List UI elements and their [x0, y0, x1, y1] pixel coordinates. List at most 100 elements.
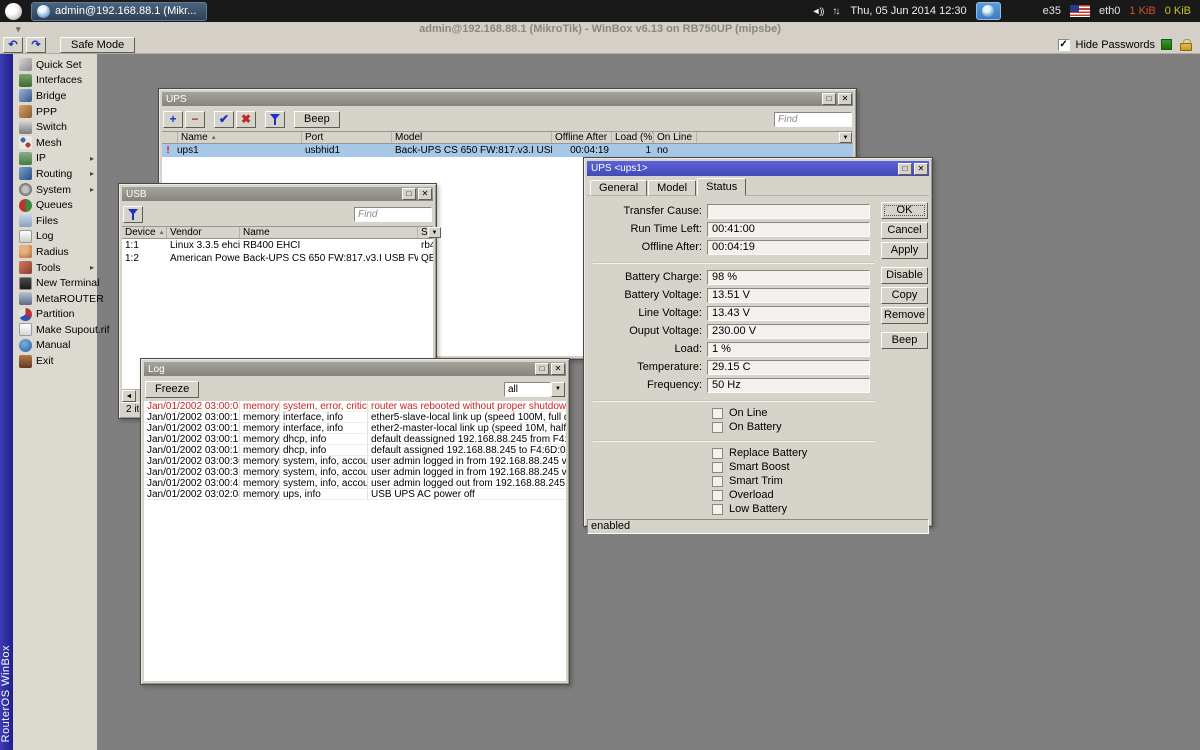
sidebar-item-mesh[interactable]: Mesh: [13, 135, 97, 151]
log-row[interactable]: Jan/01/2002 03:00:12 memory interface, i…: [144, 412, 566, 423]
scroll-left-icon[interactable]: ◄: [122, 390, 136, 402]
column-header-vendor[interactable]: Vendor: [167, 227, 240, 238]
column-header-device[interactable]: Device▲: [122, 227, 167, 238]
column-header-load[interactable]: Load (%): [612, 132, 654, 143]
sidebar-item-files[interactable]: Files: [13, 213, 97, 229]
field-value[interactable]: 13.51 V: [707, 288, 870, 303]
log-row[interactable]: Jan/01/2002 03:02:08 memory ups, info US…: [144, 489, 566, 500]
checkbox[interactable]: [712, 476, 723, 487]
tab-model[interactable]: Model: [648, 180, 696, 196]
sidebar-item-log[interactable]: Log: [13, 229, 97, 245]
close-button[interactable]: ✕: [838, 93, 852, 105]
network-activity-icon[interactable]: ↑↓: [832, 6, 841, 17]
field-value[interactable]: 98 %: [707, 270, 870, 285]
us-flag-icon[interactable]: [1070, 5, 1090, 17]
remove-button[interactable]: −: [185, 111, 205, 128]
safe-mode-button[interactable]: Safe Mode: [60, 37, 135, 53]
log-filter-value[interactable]: all: [504, 382, 551, 397]
checkbox[interactable]: [712, 448, 723, 459]
log-row[interactable]: Jan/01/2002 03:00:30 memory system, info…: [144, 456, 566, 467]
column-header-on-line[interactable]: On Line: [654, 132, 697, 143]
sidebar-item-manual[interactable]: Manual: [13, 338, 97, 354]
find-input[interactable]: [354, 207, 432, 222]
add-button[interactable]: +: [163, 111, 183, 128]
sidebar-item-radius[interactable]: Radius: [13, 244, 97, 260]
sidebar-item-partition[interactable]: Partition: [13, 307, 97, 323]
sidebar-item-metarouter[interactable]: MetaROUTER: [13, 291, 97, 307]
disable-button[interactable]: ✖: [236, 111, 256, 128]
log-window-titlebar[interactable]: Log □ ✕: [144, 362, 566, 376]
sidebar-item-exit[interactable]: Exit: [13, 353, 97, 369]
log-row[interactable]: Jan/01/2002 03:00:13 memory dhcp, info d…: [144, 434, 566, 445]
beep-button[interactable]: Beep: [294, 111, 340, 128]
sidebar-item-interfaces[interactable]: Interfaces: [13, 73, 97, 89]
remove-button[interactable]: Remove: [881, 307, 928, 324]
log-row[interactable]: Jan/01/2002 03:00:13 memory dhcp, info d…: [144, 445, 566, 456]
maximize-button[interactable]: □: [402, 188, 416, 200]
column-header-name[interactable]: Name▲: [178, 132, 302, 143]
log-filter-combo[interactable]: all ▼: [504, 382, 565, 397]
undo-button[interactable]: ↶: [3, 37, 23, 53]
sidebar-item-new-terminal[interactable]: New Terminal: [13, 275, 97, 291]
maximize-button[interactable]: □: [898, 163, 912, 175]
taskbar-clock[interactable]: Thu, 05 Jun 2014 12:30: [850, 5, 966, 17]
column-header-name[interactable]: Name: [240, 227, 418, 238]
dialog-titlebar[interactable]: UPS <ups1> □ ✕: [587, 161, 929, 176]
usb-table-row[interactable]: 1:1 Linux 3.3.5 ehci_... RB400 EHCI rb40: [122, 239, 433, 252]
close-button[interactable]: ✕: [418, 188, 432, 200]
apply-button[interactable]: Apply: [881, 242, 928, 259]
field-value[interactable]: 29.15 C: [707, 360, 870, 375]
column-header-offline-after[interactable]: Offline After: [552, 132, 612, 143]
sidebar-item-ppp[interactable]: PPP: [13, 104, 97, 120]
ups-table-row[interactable]: ! ups1 usbhid1 Back-UPS CS 650 FW:817.v3…: [162, 144, 853, 157]
checkbox[interactable]: [712, 408, 723, 419]
column-header-model[interactable]: Model: [392, 132, 552, 143]
log-row[interactable]: Jan/01/2002 03:00:42 memory system, info…: [144, 478, 566, 489]
field-value[interactable]: [707, 204, 870, 219]
redo-button[interactable]: ↷: [26, 37, 46, 53]
close-button[interactable]: ✕: [914, 163, 928, 175]
field-value[interactable]: 00:41:00: [707, 222, 870, 237]
field-value[interactable]: 00:04:19: [707, 240, 870, 255]
sidebar-item-tools[interactable]: Tools ▸: [13, 260, 97, 276]
column-menu-button[interactable]: ▼: [428, 227, 441, 238]
checkbox[interactable]: [712, 422, 723, 433]
checkbox[interactable]: [712, 462, 723, 473]
sidebar-item-ip[interactable]: IP ▸: [13, 151, 97, 167]
volume-icon[interactable]: ◄)): [812, 6, 824, 16]
copy-button[interactable]: Copy: [881, 287, 928, 304]
taskbar-app-button[interactable]: admin@192.168.88.1 (Mikr...: [31, 2, 207, 21]
sidebar-item-system[interactable]: System ▸: [13, 182, 97, 198]
sidebar-item-make-supout[interactable]: Make Supout.rif: [13, 322, 97, 338]
sidebar-item-routing[interactable]: Routing ▸: [13, 166, 97, 182]
sidebar-item-bridge[interactable]: Bridge: [13, 88, 97, 104]
maximize-button[interactable]: □: [822, 93, 836, 105]
filter-button[interactable]: [265, 111, 285, 128]
column-header-serial[interactable]: S: [418, 227, 428, 238]
tray-keyboard-layout[interactable]: e35: [1043, 5, 1061, 17]
close-button[interactable]: ✕: [551, 363, 565, 375]
field-value[interactable]: 13.43 V: [707, 306, 870, 321]
maximize-button[interactable]: □: [535, 363, 549, 375]
checkbox[interactable]: [712, 490, 723, 501]
start-menu-icon[interactable]: [5, 3, 22, 20]
log-row[interactable]: Jan/01/2002 03:00:31 memory system, info…: [144, 467, 566, 478]
filter-button[interactable]: [123, 206, 143, 223]
log-row[interactable]: Jan/01/2002 03:00:03 memory system, erro…: [144, 401, 566, 412]
usb-window-titlebar[interactable]: USB □ ✕: [122, 187, 433, 201]
cancel-button[interactable]: Cancel: [881, 222, 928, 239]
tab-status[interactable]: Status: [697, 178, 746, 196]
beep-button[interactable]: Beep: [881, 332, 928, 349]
tab-general[interactable]: General: [590, 180, 647, 196]
sidebar-item-queues[interactable]: Queues: [13, 197, 97, 213]
usb-table-row[interactable]: 1:2 American Power ... Back-UPS CS 650 F…: [122, 252, 433, 265]
hide-passwords-checkbox[interactable]: ✓: [1058, 39, 1070, 51]
ok-button[interactable]: OK: [881, 202, 928, 219]
field-value[interactable]: 50 Hz: [707, 378, 870, 393]
checkbox[interactable]: [712, 504, 723, 515]
field-value[interactable]: 230.00 V: [707, 324, 870, 339]
sidebar-item-switch[interactable]: Switch: [13, 119, 97, 135]
ups-window-titlebar[interactable]: UPS □ ✕: [162, 92, 853, 106]
column-menu-button[interactable]: ▼: [839, 132, 852, 143]
sidebar-item-quick-set[interactable]: Quick Set: [13, 57, 97, 73]
